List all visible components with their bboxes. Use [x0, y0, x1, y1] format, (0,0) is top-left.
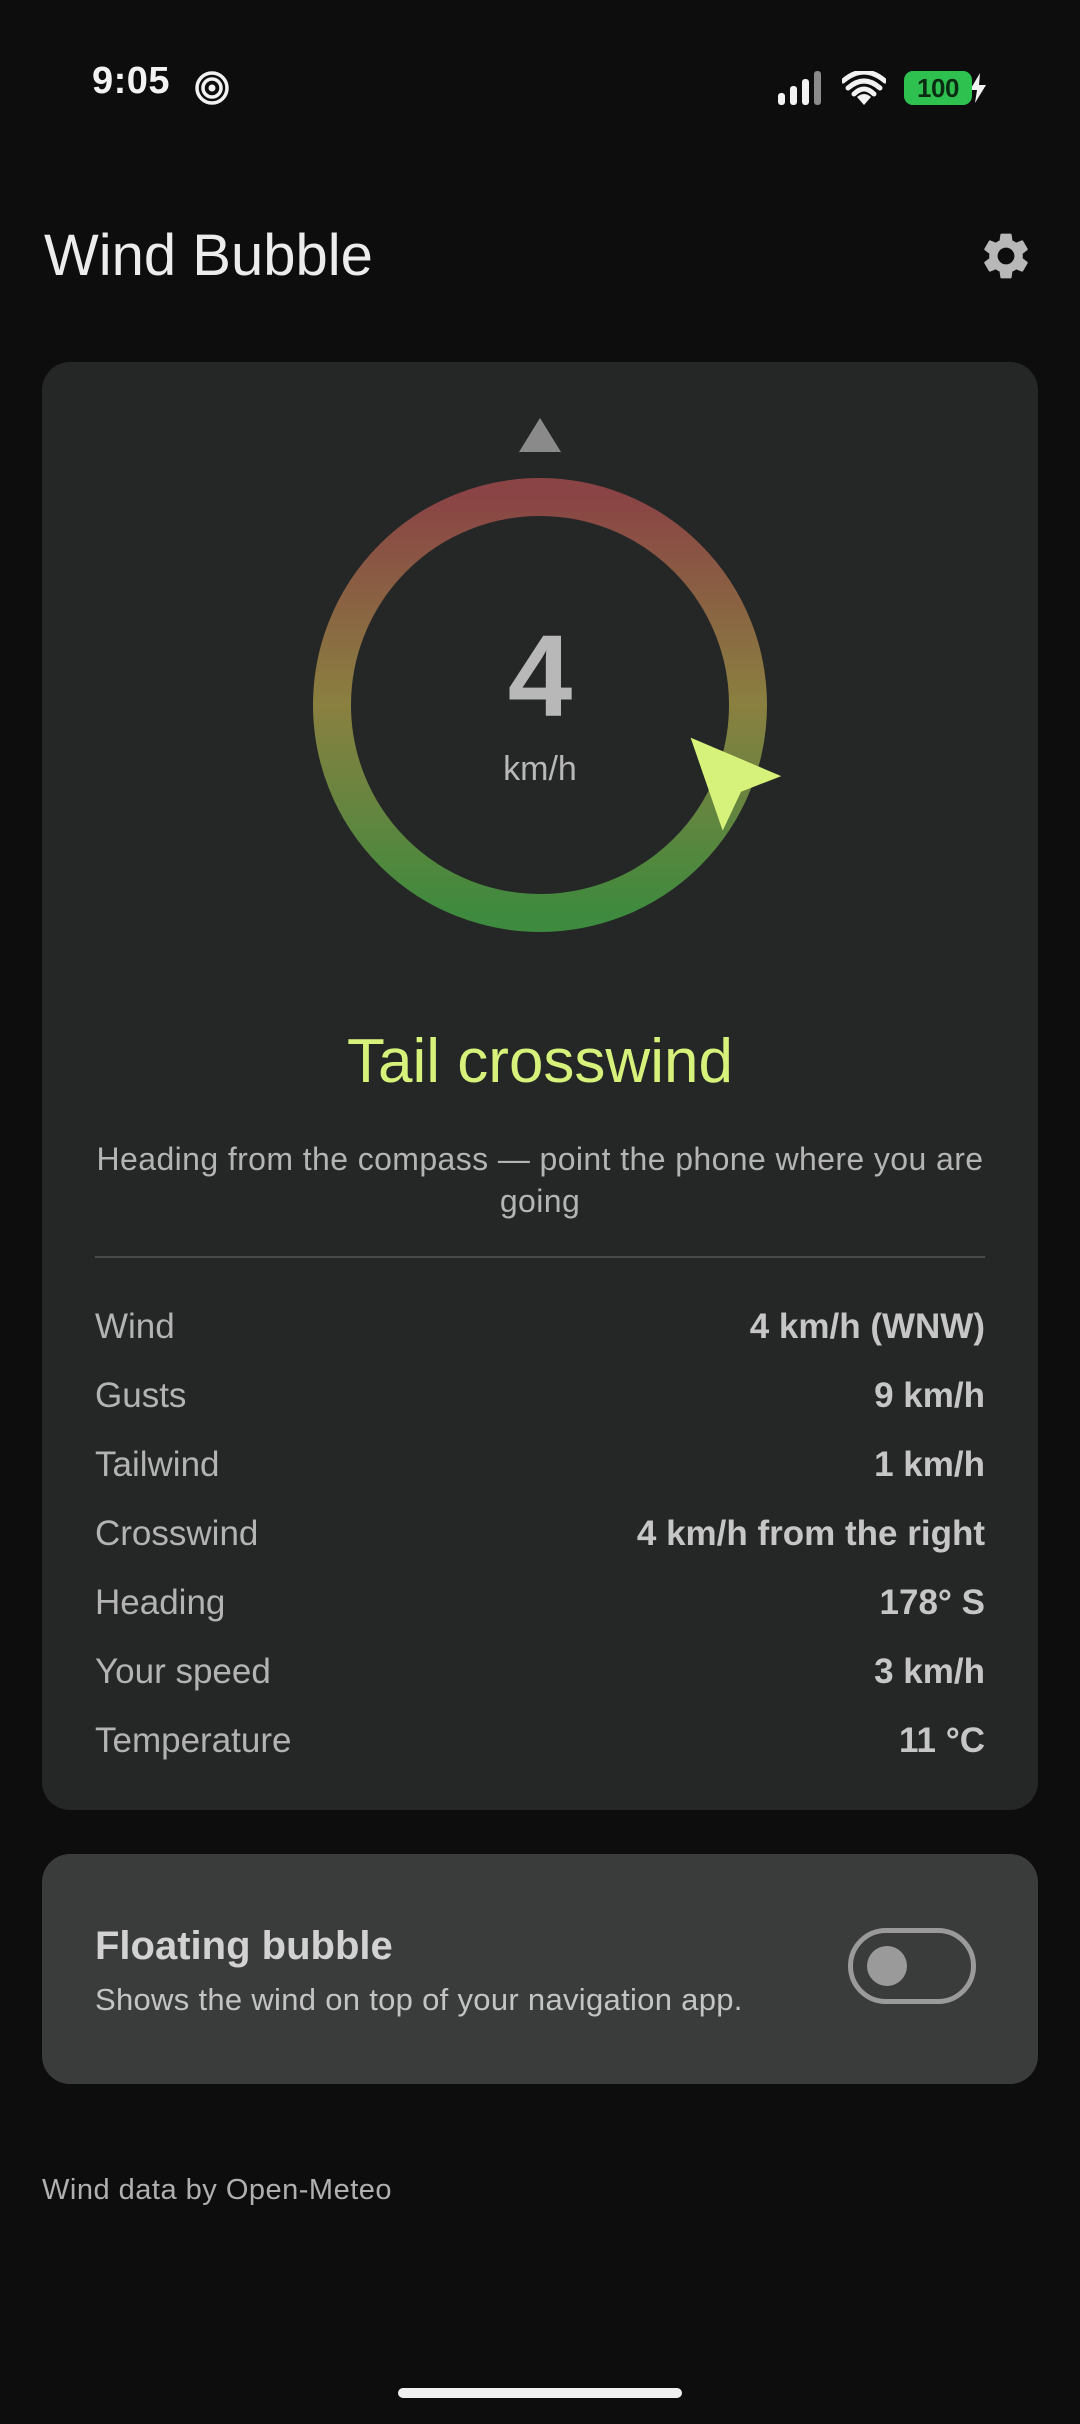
floating-bubble-card: Floating bubble Shows the wind on top of… — [42, 1854, 1038, 2084]
stat-label: Heading — [95, 1582, 226, 1622]
signal-icon — [778, 71, 821, 105]
stat-row: Temperature 11 °C — [95, 1706, 985, 1775]
stat-row: Your speed 3 km/h — [95, 1637, 985, 1706]
battery-indicator: 100 — [904, 71, 988, 105]
status-time: 9:05 — [92, 60, 171, 102]
stat-label: Temperature — [95, 1720, 292, 1760]
floating-bubble-toggle[interactable] — [848, 1928, 976, 2004]
stat-row: Wind 4 km/h (WNW) — [95, 1292, 985, 1361]
heading-hint: Heading from the compass — point the pho… — [96, 1141, 984, 1219]
stat-label: Gusts — [95, 1375, 187, 1415]
wind-data-credit: Wind data by Open-Meteo — [42, 2174, 393, 2206]
stat-row: Tailwind 1 km/h — [95, 1430, 985, 1499]
stat-value: 4 km/h from the right — [636, 1513, 985, 1553]
hotspot-icon — [195, 71, 229, 105]
stat-label: Tailwind — [95, 1444, 220, 1484]
stat-label: Wind — [95, 1306, 175, 1346]
stat-value: 9 km/h — [874, 1375, 985, 1415]
status-icons: 100 — [776, 66, 988, 110]
floating-bubble-title: Floating bubble — [95, 1924, 393, 1968]
toggle-thumb — [867, 1946, 907, 1986]
wind-speed-unit: km/h — [503, 750, 577, 788]
settings-button[interactable] — [976, 226, 1036, 286]
stat-label: Your speed — [95, 1651, 271, 1691]
divider — [95, 1256, 985, 1258]
wifi-icon — [842, 71, 886, 105]
stat-row: Gusts 9 km/h — [95, 1361, 985, 1430]
stat-value: 11 °C — [899, 1720, 985, 1760]
battery-level: 100 — [904, 71, 972, 105]
heading-marker-icon — [519, 418, 561, 452]
stat-row: Heading 178° S — [95, 1568, 985, 1637]
status-bar: 9:05 100 — [0, 0, 1080, 170]
wind-card: 4 km/h Tail crosswind Heading from the c… — [42, 362, 1038, 1810]
stat-label: Crosswind — [95, 1513, 259, 1553]
stat-value: 1 km/h — [874, 1444, 985, 1484]
app-title: Wind Bubble — [44, 223, 373, 288]
gear-icon — [984, 233, 1028, 279]
wind-status-label: Tail crosswind — [347, 1027, 733, 1096]
stat-value: 178° S — [879, 1582, 985, 1622]
stat-value: 4 km/h (WNW) — [749, 1306, 985, 1346]
wind-speed-value: 4 — [507, 611, 573, 741]
stat-value: 3 km/h — [874, 1651, 985, 1691]
wind-stats-list: Wind 4 km/h (WNW) Gusts 9 km/h Tailwind 1 km/… — [95, 1292, 985, 1775]
stat-row: Crosswind 4 km/h from the right — [95, 1499, 985, 1568]
home-indicator[interactable] — [398, 2388, 682, 2398]
floating-bubble-description: Shows the wind on top of your navigation… — [95, 1982, 743, 2017]
